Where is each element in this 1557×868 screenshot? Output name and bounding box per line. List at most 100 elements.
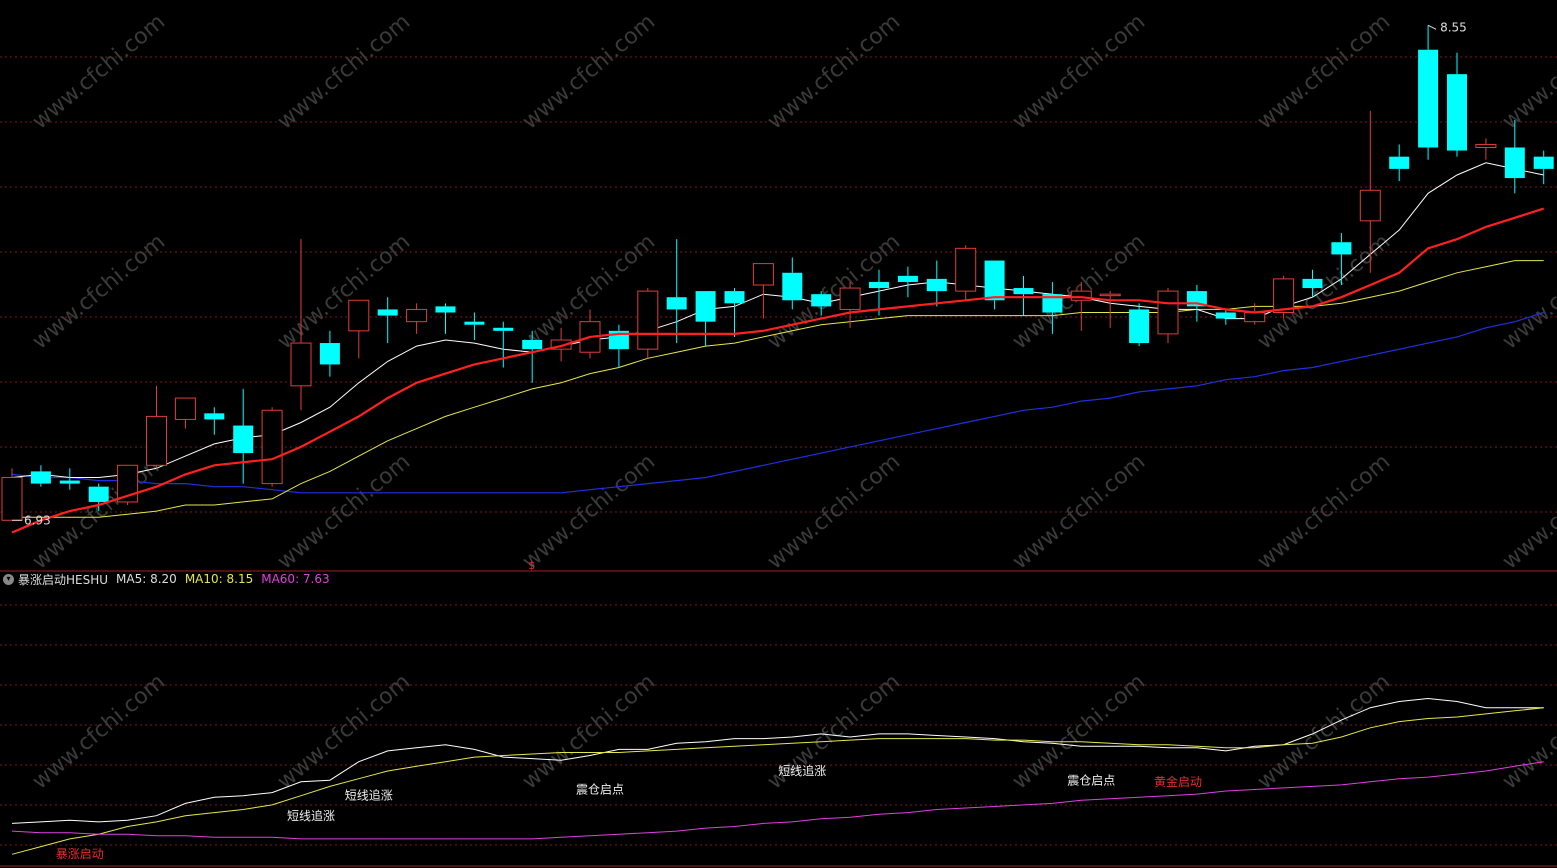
candle-body (319, 343, 340, 365)
candle (174, 397, 196, 429)
watermark-text: www.cfchi.com (518, 9, 660, 134)
price-panel[interactable]: www.cfchi.com www.cfchi.com www.cfchi.com w… (0, 0, 1557, 868)
candle-body (1418, 49, 1439, 148)
candle-body (406, 308, 428, 323)
candle-body (1475, 143, 1497, 148)
candle-body (30, 471, 51, 484)
indicator-name[interactable]: 暴涨启动HESHU (18, 571, 108, 588)
candle-body (1157, 290, 1179, 335)
watermark-text: www.cfchi.com (28, 229, 170, 354)
candle (752, 263, 774, 319)
candle-body (1389, 156, 1410, 169)
watermark-text: www.cfchi.com (273, 449, 415, 574)
candle-body (261, 409, 283, 485)
high-price-label: 8.55 (1440, 20, 1467, 34)
indicator-ma60-value: MA60: 7.63 (261, 572, 330, 586)
watermark-text: www.cfchi.com (1498, 9, 1557, 134)
watermark-text: www.cfchi.com (1498, 229, 1557, 354)
candle (30, 465, 51, 487)
watermark-text: www.cfchi.com (273, 229, 415, 354)
candle (666, 239, 687, 344)
candle-body (1215, 312, 1236, 319)
candle (377, 297, 398, 344)
candle-body (1504, 147, 1525, 179)
candle-body (811, 294, 832, 307)
candle (204, 407, 225, 435)
candle (608, 324, 629, 368)
watermark-text: www.cfchi.com (763, 449, 905, 574)
candle-body (1099, 293, 1121, 297)
candle-body (1331, 242, 1352, 255)
watermark-text: www.cfchi.com (518, 669, 660, 794)
signal-annotation: 震仓启点 (1067, 773, 1115, 787)
candle (926, 260, 947, 307)
watermark-text: www.cfchi.com (28, 9, 170, 134)
signal-annotation: 震仓启点 (576, 783, 624, 797)
signal-annotation: 暴涨启动 (56, 846, 104, 861)
watermark-text: www.cfchi.com (1498, 669, 1557, 794)
candle (1099, 291, 1121, 328)
candle-body (724, 291, 745, 304)
candle-body (984, 260, 1005, 301)
candle (1475, 138, 1497, 160)
candle-body (146, 415, 167, 466)
watermark-text: www.cfchi.com (763, 9, 905, 134)
watermark-text: www.cfchi.com (518, 449, 660, 574)
watermark-text: www.cfchi.com (1008, 449, 1150, 574)
candle (233, 388, 254, 484)
candle-body (926, 278, 947, 292)
candle-body (1302, 278, 1323, 289)
candle (1129, 303, 1150, 347)
signal-annotation: 短线追涨 (778, 763, 826, 778)
candle (406, 303, 428, 334)
watermark-text: www.cfchi.com (1253, 9, 1395, 134)
candle-body (88, 486, 109, 502)
watermark-text: www.cfchi.com (28, 669, 170, 794)
low-price-label: 6.93 (24, 513, 51, 527)
candle-body (839, 287, 861, 310)
candle-body (59, 480, 80, 484)
candle (59, 468, 80, 490)
stock-chart[interactable]: www.cfchi.com www.cfchi.com www.cfchi.com w… (0, 0, 1557, 868)
candle-body (1533, 156, 1554, 169)
candle (1504, 120, 1525, 194)
candle (637, 288, 659, 359)
candle-body (1447, 74, 1467, 151)
candle (435, 303, 456, 334)
candle (1, 468, 23, 521)
candle-body (1, 477, 23, 521)
candle-body (869, 281, 889, 289)
candle (261, 407, 283, 487)
candle-body (233, 425, 254, 454)
candle-body (955, 247, 977, 292)
candle (1273, 275, 1295, 319)
watermark-text: www.cfchi.com (273, 9, 415, 134)
candle (348, 299, 370, 359)
candle-body (782, 272, 803, 301)
signal-annotation: 短线追涨 (345, 788, 393, 803)
candlestick-series (1, 25, 1554, 534)
candle-body (666, 297, 687, 310)
indicator-header: ▾ 暴涨启动HESHU MA5: 8.20 MA10: 8.15 MA60: 7… (0, 570, 600, 588)
collapse-icon[interactable]: ▾ (3, 573, 14, 585)
candle (897, 266, 918, 298)
candle (1157, 288, 1179, 344)
watermark-text: www.cfchi.com (1253, 449, 1395, 574)
candle-body (752, 263, 774, 286)
watermark-layer: www.cfchi.com www.cfchi.com www.cfchi.com w… (28, 9, 1557, 794)
candle-body (493, 327, 514, 331)
signal-annotation: 短线追涨 (287, 808, 335, 823)
candle (955, 245, 977, 301)
high-price-marker (1427, 24, 1437, 30)
candle-body (377, 309, 398, 316)
candle-body (290, 342, 312, 387)
candle-body (204, 413, 225, 420)
ma-red-line (11, 207, 1545, 534)
candle-body (695, 291, 716, 322)
candle-body (637, 290, 659, 350)
candle (695, 291, 716, 347)
signal-annotation: 黄金启动 (1154, 774, 1202, 789)
candle-body (1013, 288, 1034, 295)
candle (1418, 25, 1439, 160)
candle-body (1244, 312, 1266, 323)
